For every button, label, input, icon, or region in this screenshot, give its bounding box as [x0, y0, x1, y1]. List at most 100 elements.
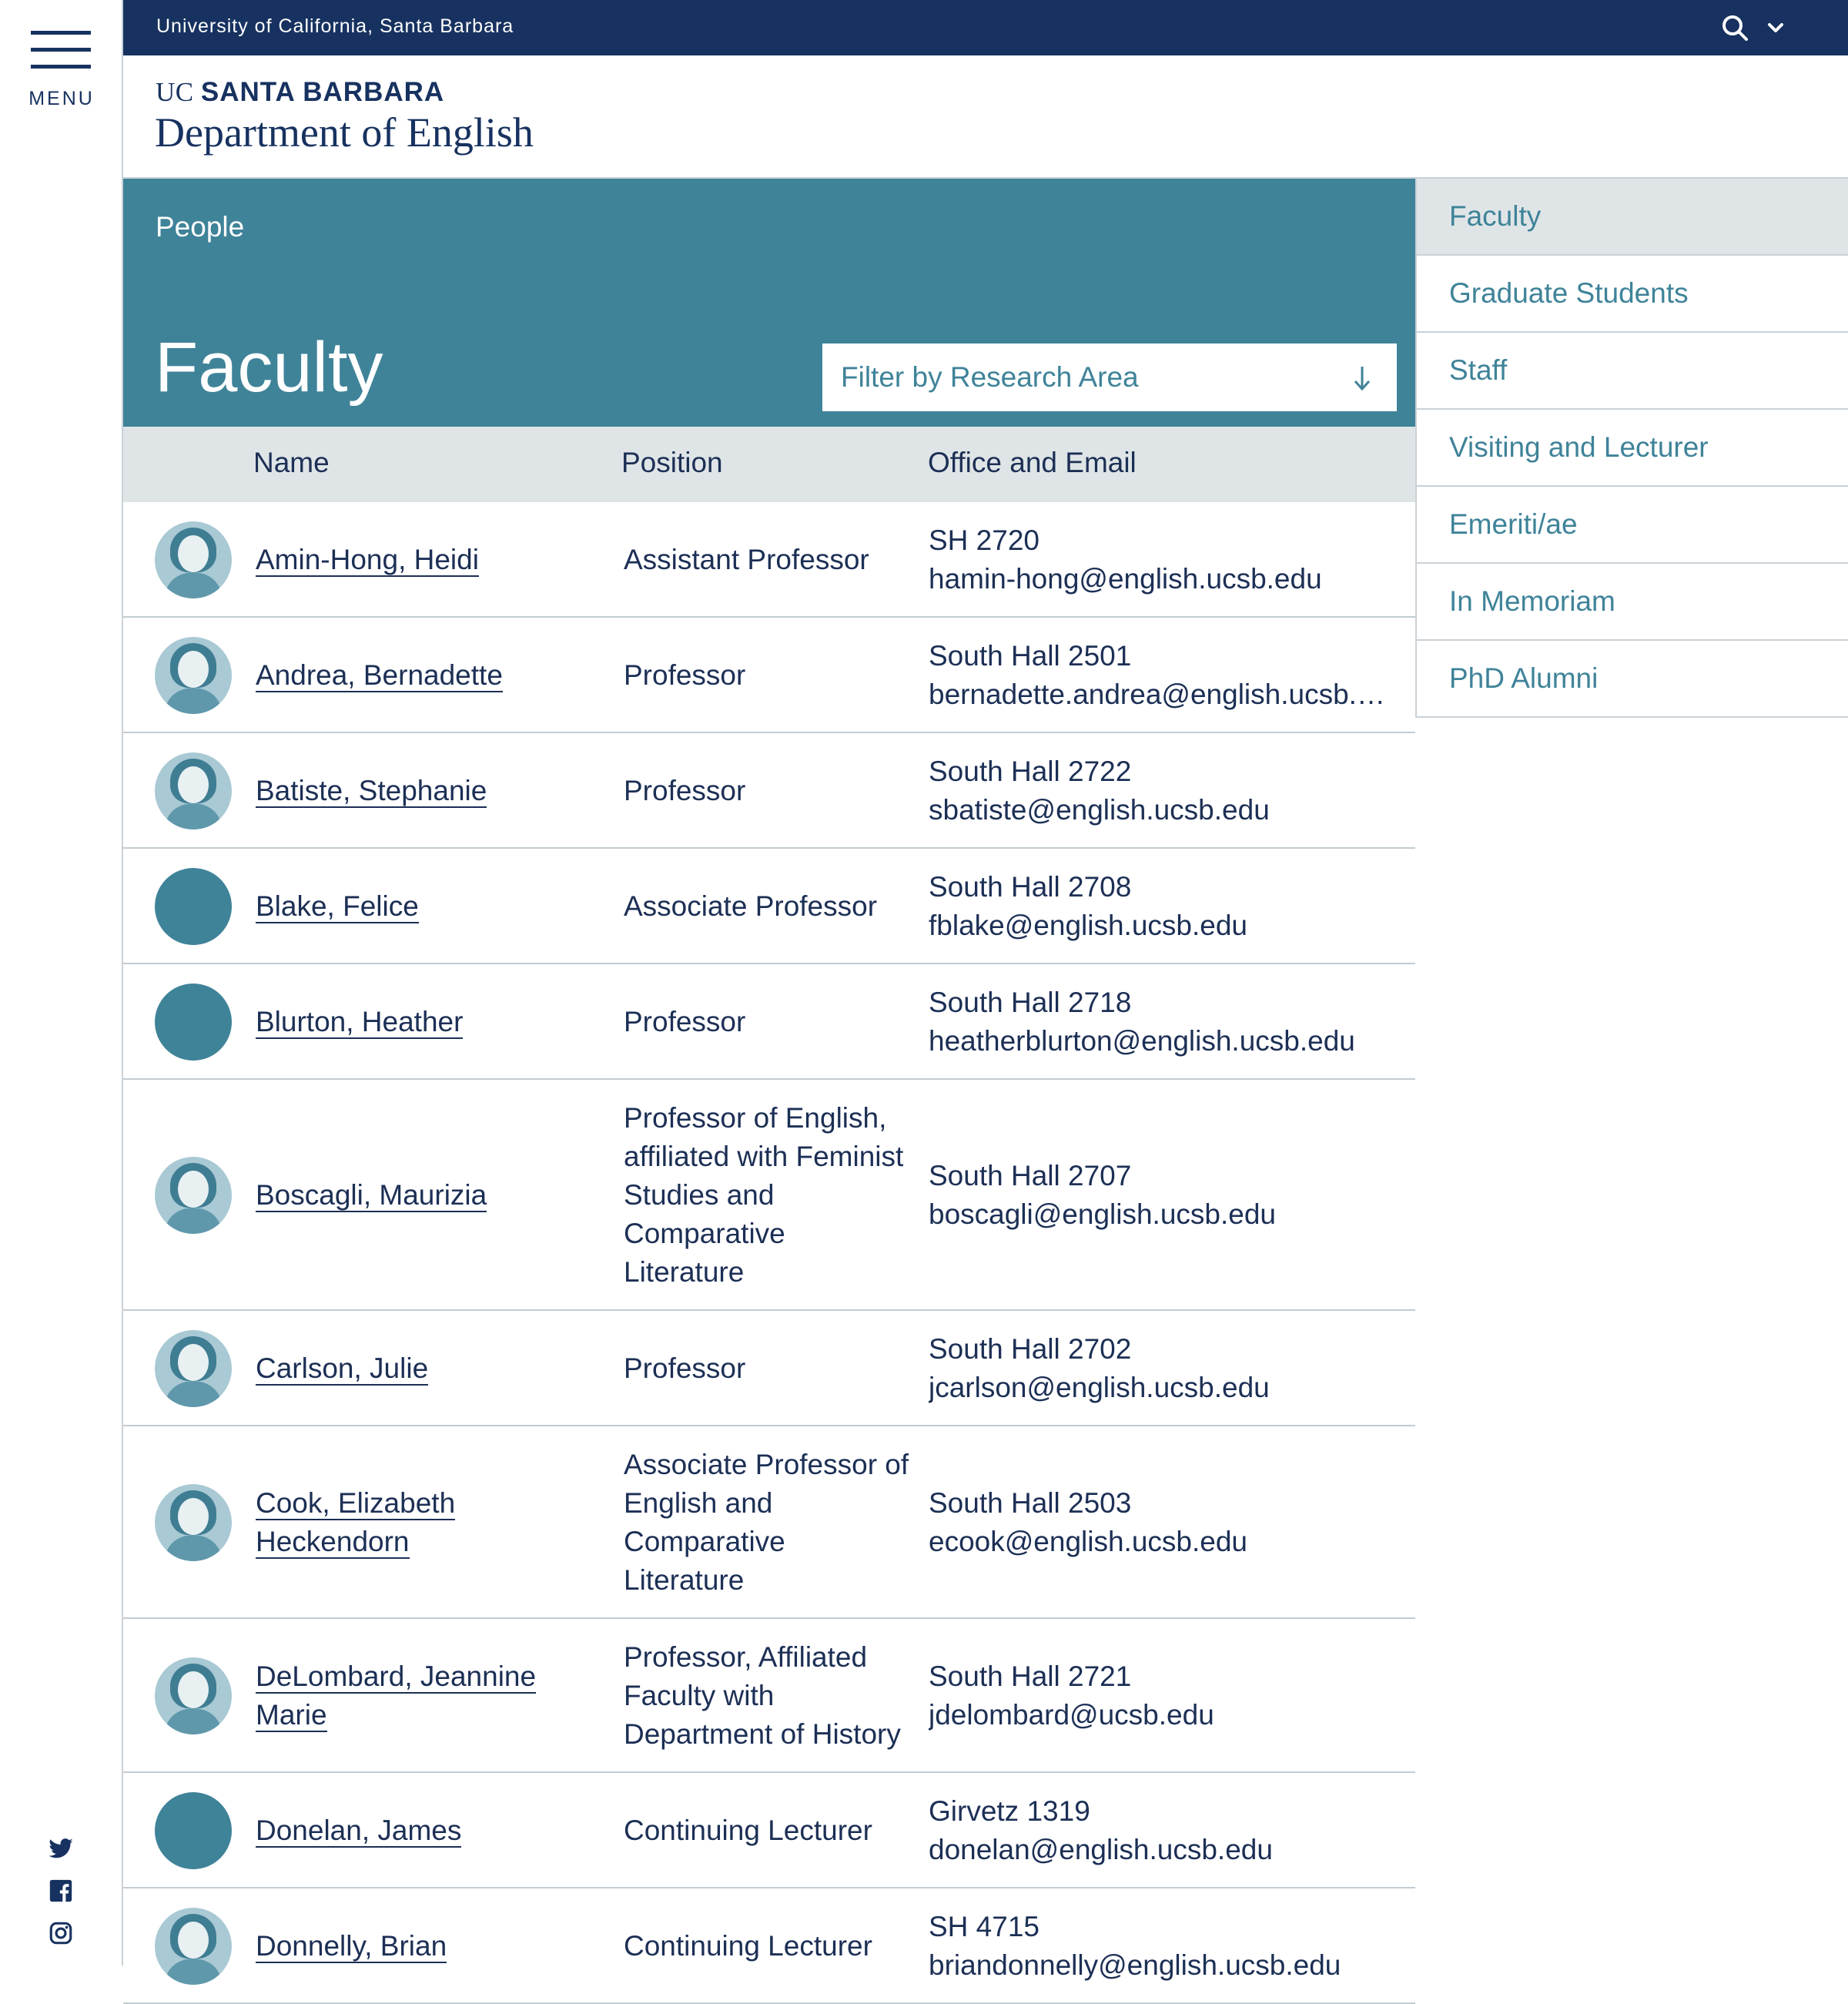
faculty-name-link[interactable]: Donelan, James	[256, 1811, 462, 1850]
faculty-position: Professor of English, affiliated with Fem…	[624, 1102, 904, 1288]
faculty-name-link[interactable]: Amin-Hong, Heidi	[256, 541, 479, 579]
faculty-name-link[interactable]: Cook, Elizabeth Heckendorn	[256, 1484, 456, 1561]
breadcrumb[interactable]: People	[156, 211, 244, 243]
table-row: Blurton, Heather Professor South Hall 2718…	[123, 964, 1415, 1080]
menu-label: MENU	[28, 88, 95, 109]
office-location: South Hall 2708	[929, 871, 1132, 903]
office-location: South Hall 2718	[929, 987, 1132, 1018]
faculty-position: Professor	[624, 659, 746, 691]
faculty-name-link[interactable]: Boscagli, Maurizia	[256, 1176, 487, 1215]
avatar	[155, 637, 232, 714]
faculty-name-link[interactable]: DeLombard, Jeannine Marie	[256, 1657, 537, 1734]
subnav-item-staff[interactable]: Staff	[1417, 333, 1848, 410]
subnav-item-graduate-students[interactable]: Graduate Students	[1417, 256, 1848, 333]
ucsb-wordmark[interactable]: UC SANTA BARBARA	[156, 77, 444, 108]
subnav-item-faculty[interactable]: Faculty	[1417, 179, 1848, 256]
faculty-position: Professor	[624, 1006, 746, 1037]
faculty-office-email: SH 4715 briandonnelly@english.ucsb.edu	[929, 1908, 1391, 1985]
table-row: Andrea, Bernadette Professor South Hall 25…	[123, 618, 1415, 733]
avatar	[155, 868, 232, 945]
faculty-office-email: South Hall 2501 bernadette.andrea@english…	[929, 637, 1391, 714]
subnav-item-emeriti-ae[interactable]: Emeriti/ae	[1417, 487, 1848, 564]
subnav-item-in-memoriam[interactable]: In Memoriam	[1417, 564, 1848, 641]
email-link[interactable]: sbatiste@english.ucsb.edu	[929, 791, 1391, 829]
avatar	[155, 1908, 232, 1985]
office-location: South Hall 2721	[929, 1661, 1132, 1692]
table-row: Blake, Felice Associate Professor South Ha…	[123, 849, 1415, 964]
avatar	[155, 1657, 232, 1734]
email-link[interactable]: boscagli@english.ucsb.edu	[929, 1195, 1391, 1234]
faculty-name-link[interactable]: Carlson, Julie	[256, 1349, 429, 1388]
faculty-name-link[interactable]: Donnelly, Brian	[256, 1927, 447, 1965]
university-link[interactable]: University of California, Santa Barbara	[156, 15, 514, 38]
faculty-position: Continuing Lecturer	[624, 1815, 872, 1846]
faculty-office-email: South Hall 2721 jdelombard@ucsb.edu	[929, 1657, 1391, 1734]
email-link[interactable]: heatherblurton@english.ucsb.edu	[929, 1022, 1391, 1061]
faculty-name-link[interactable]: Andrea, Bernadette	[256, 656, 503, 695]
facebook-icon[interactable]	[48, 1878, 74, 1904]
email-link[interactable]: jdelombard@ucsb.edu	[929, 1696, 1391, 1734]
office-location: Girvetz 1319	[929, 1795, 1090, 1827]
email-link[interactable]: briandonnelly@english.ucsb.edu	[929, 1946, 1391, 1985]
avatar	[155, 1792, 232, 1869]
chevron-down-icon[interactable]	[1765, 17, 1786, 39]
search-icon[interactable]	[1719, 12, 1750, 43]
table-row: Donnelly, Brian Continuing Lecturer SH 471…	[123, 1888, 1415, 2004]
page-hero: People Faculty Filter by Research Area	[123, 179, 1415, 427]
table-row: Cook, Elizabeth Heckendorn Associate Profe…	[123, 1426, 1415, 1619]
hamburger-icon	[31, 31, 91, 35]
office-location: South Hall 2501	[929, 640, 1132, 672]
top-bar: University of California, Santa Barbara	[123, 0, 1848, 55]
table-row: Boscagli, Maurizia Professor of English, a…	[123, 1080, 1415, 1311]
table-header: Name Position Office and Email	[123, 427, 1415, 502]
faculty-position: Continuing Lecturer	[624, 1930, 872, 1962]
faculty-office-email: South Hall 2707 boscagli@english.ucsb.edu	[929, 1157, 1391, 1234]
menu-button[interactable]: MENU	[28, 29, 94, 114]
avatar	[155, 1157, 232, 1234]
office-location: South Hall 2702	[929, 1333, 1132, 1365]
faculty-position: Associate Professor	[624, 890, 878, 922]
faculty-office-email: South Hall 2722 sbatiste@english.ucsb.edu	[929, 752, 1391, 829]
faculty-position: Assistant Professor	[624, 544, 869, 575]
faculty-office-email: South Hall 2708 fblake@english.ucsb.edu	[929, 868, 1391, 945]
table-row: Donelan, James Continuing Lecturer Girvetz…	[123, 1773, 1415, 1888]
instagram-icon[interactable]	[48, 1920, 74, 1946]
arrow-down-icon	[1354, 367, 1371, 391]
twitter-icon[interactable]	[48, 1835, 74, 1862]
office-location: South Hall 2503	[929, 1487, 1132, 1519]
faculty-office-email: South Hall 2503 ecook@english.ucsb.edu	[929, 1484, 1391, 1561]
email-link[interactable]: fblake@english.ucsb.edu	[929, 906, 1391, 945]
left-rail: MENU	[0, 0, 123, 1965]
email-link[interactable]: hamin-hong@english.ucsb.edu	[929, 560, 1391, 598]
faculty-office-email: Girvetz 1319 donelan@english.ucsb.edu	[929, 1792, 1391, 1869]
email-link[interactable]: jcarlson@english.ucsb.edu	[929, 1369, 1391, 1407]
avatar	[155, 1330, 232, 1407]
header-office: Office and Email	[928, 447, 1137, 478]
faculty-name-link[interactable]: Blake, Felice	[256, 887, 419, 926]
filter-label: Filter by Research Area	[841, 361, 1139, 393]
header-name: Name	[253, 447, 330, 478]
avatar	[155, 752, 232, 829]
faculty-position: Associate Professor of English and Compara…	[624, 1449, 909, 1596]
avatar	[155, 984, 232, 1061]
subnav-item-phd-alumni[interactable]: PhD Alumni	[1417, 641, 1848, 718]
avatar	[155, 521, 232, 598]
header-position: Position	[621, 447, 723, 478]
email-link[interactable]: ecook@english.ucsb.edu	[929, 1523, 1391, 1561]
research-area-filter[interactable]: Filter by Research Area	[822, 343, 1397, 411]
faculty-name-link[interactable]: Batiste, Stephanie	[256, 772, 487, 810]
subnav-item-visiting-and-lecturer[interactable]: Visiting and Lecturer	[1417, 410, 1848, 487]
email-link[interactable]: donelan@english.ucsb.edu	[929, 1831, 1391, 1869]
table-row: DeLombard, Jeannine Marie Professor, Affil…	[123, 1619, 1415, 1773]
people-subnav: Faculty Graduate Students Staff Visiting an…	[1415, 179, 1848, 718]
faculty-office-email: SH 2720 hamin-hong@english.ucsb.edu	[929, 521, 1391, 598]
table-row: Amin-Hong, Heidi Assistant Professor SH 27…	[123, 502, 1415, 618]
department-title[interactable]: Department of English	[155, 109, 534, 156]
table-row: Carlson, Julie Professor South Hall 2702 jc…	[123, 1311, 1415, 1426]
faculty-position: Professor	[624, 1352, 746, 1384]
faculty-name-link[interactable]: Blurton, Heather	[256, 1003, 464, 1041]
email-link[interactable]: bernadette.andrea@english.ucsb.…	[929, 675, 1391, 714]
office-location: SH 2720	[929, 524, 1040, 556]
table-row: Batiste, Stephanie Professor South Hall 27…	[123, 733, 1415, 849]
faculty-office-email: South Hall 2702 jcarlson@english.ucsb.edu	[929, 1330, 1391, 1407]
